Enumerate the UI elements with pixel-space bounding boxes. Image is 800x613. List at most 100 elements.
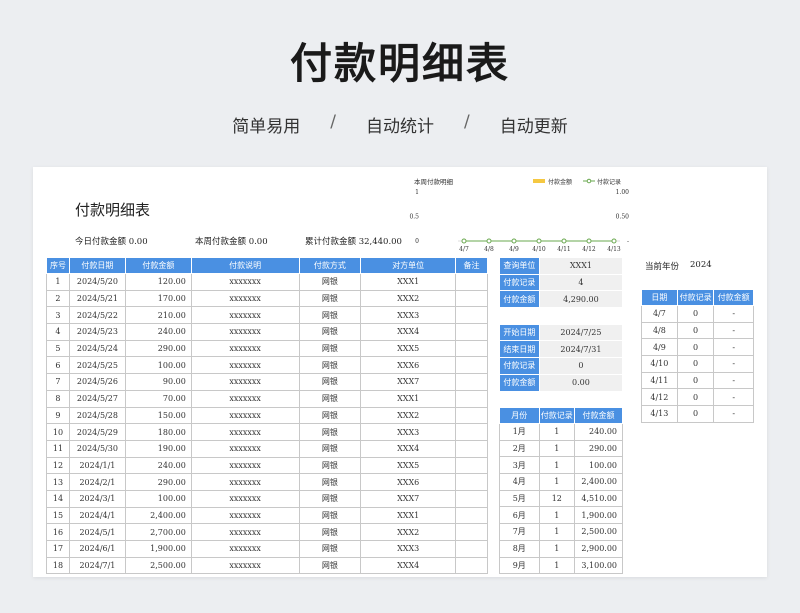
table-cell[interactable]: xxxxxxx (190, 306, 300, 325)
table-cell[interactable]: xxxxxxx (190, 339, 300, 358)
table-cell[interactable]: xxxxxxx (190, 273, 300, 291)
table-cell[interactable]: xxxxxxx (190, 473, 300, 491)
table-cell[interactable] (455, 406, 488, 425)
table-cell[interactable]: 290.00 (124, 473, 192, 491)
table-cell[interactable]: xxxxxxx (190, 323, 300, 341)
table-cell[interactable]: 网银 (298, 556, 362, 575)
table-cell[interactable]: 网银 (298, 389, 362, 408)
table-cell[interactable]: 2024/5/29 (68, 423, 126, 441)
table-cell[interactable]: 2024/5/24 (68, 339, 126, 358)
table-cell[interactable] (455, 506, 488, 525)
table-cell[interactable]: 网银 (298, 540, 362, 558)
table-cell[interactable]: 2024/5/28 (68, 406, 126, 425)
table-cell[interactable]: 240.00 (124, 323, 192, 341)
table-cell[interactable]: 网银 (298, 423, 362, 441)
table-cell[interactable]: 6 (46, 356, 70, 375)
table-cell[interactable]: 4 (46, 323, 70, 341)
table-cell[interactable]: 2024/5/30 (68, 439, 126, 458)
table-cell[interactable]: 网银 (298, 406, 362, 425)
table-cell[interactable]: 网银 (298, 323, 362, 341)
table-cell[interactable]: 100.00 (124, 489, 192, 508)
table-cell[interactable]: 2,700.00 (124, 523, 192, 541)
table-cell[interactable]: 10 (46, 423, 70, 441)
table-cell[interactable] (455, 273, 488, 291)
table-cell[interactable]: 2,400.00 (124, 506, 192, 525)
table-cell[interactable]: XXX2 (360, 523, 457, 541)
table-cell[interactable]: XXX1 (360, 389, 457, 408)
table-cell[interactable]: 240.00 (124, 456, 192, 475)
table-cell[interactable]: XXX1 (360, 273, 457, 291)
table-cell[interactable]: 13 (46, 473, 70, 491)
table-cell[interactable]: 2024/5/27 (68, 389, 126, 408)
table-cell[interactable]: 2024/6/1 (68, 540, 126, 558)
table-cell[interactable]: xxxxxxx (190, 389, 300, 408)
table-cell[interactable] (455, 306, 488, 325)
table-cell[interactable]: XXX6 (360, 473, 457, 491)
table-cell[interactable] (455, 540, 488, 558)
table-cell[interactable]: 网银 (298, 289, 362, 308)
query-value[interactable]: 2024/7/25 (538, 323, 624, 342)
table-cell[interactable]: xxxxxxx (190, 456, 300, 475)
table-cell[interactable]: XXX4 (360, 323, 457, 341)
table-cell[interactable] (455, 289, 488, 308)
table-cell[interactable]: 2,500.00 (124, 556, 192, 575)
table-cell[interactable]: 3 (46, 306, 70, 325)
table-cell[interactable]: 网银 (298, 473, 362, 491)
table-cell[interactable]: 2024/5/26 (68, 373, 126, 391)
table-cell[interactable]: XXX3 (360, 423, 457, 441)
table-cell[interactable]: 网银 (298, 373, 362, 391)
table-cell[interactable]: xxxxxxx (190, 423, 300, 441)
query-value[interactable]: 4,290.00 (538, 290, 624, 309)
table-cell[interactable]: xxxxxxx (190, 523, 300, 541)
table-cell[interactable]: xxxxxxx (190, 556, 300, 575)
table-cell[interactable] (455, 439, 488, 458)
table-cell[interactable] (455, 523, 488, 541)
table-cell[interactable]: 15 (46, 506, 70, 525)
table-cell[interactable]: xxxxxxx (190, 439, 300, 458)
table-cell[interactable]: 网银 (298, 306, 362, 325)
table-cell[interactable]: 2024/5/21 (68, 289, 126, 308)
table-cell[interactable]: 120.00 (124, 273, 192, 291)
table-cell[interactable] (455, 373, 488, 391)
table-cell[interactable]: 12 (46, 456, 70, 475)
query-value[interactable]: 2024/7/31 (538, 340, 624, 359)
table-cell[interactable]: XXX3 (360, 306, 457, 325)
table-cell[interactable]: 190.00 (124, 439, 192, 458)
table-cell[interactable]: XXX7 (360, 373, 457, 391)
query-value[interactable]: 0.00 (538, 373, 624, 392)
table-cell[interactable]: xxxxxxx (190, 506, 300, 525)
table-cell[interactable]: 2024/4/1 (68, 506, 126, 525)
table-cell[interactable] (455, 556, 488, 575)
table-cell[interactable]: 11 (46, 439, 70, 458)
table-cell[interactable]: 网银 (298, 456, 362, 475)
query-value[interactable]: XXX1 (538, 257, 624, 275)
table-cell[interactable]: 9 (46, 406, 70, 425)
table-cell[interactable] (455, 489, 488, 508)
table-cell[interactable]: 网银 (298, 339, 362, 358)
table-cell[interactable]: 16 (46, 523, 70, 541)
table-cell[interactable] (455, 339, 488, 358)
table-cell[interactable]: XXX6 (360, 356, 457, 375)
table-cell[interactable]: XXX1 (360, 506, 457, 525)
table-cell[interactable]: XXX5 (360, 456, 457, 475)
table-cell[interactable]: XXX5 (360, 339, 457, 358)
table-cell[interactable]: 网银 (298, 489, 362, 508)
table-cell[interactable]: xxxxxxx (190, 406, 300, 425)
table-cell[interactable]: xxxxxxx (190, 356, 300, 375)
table-cell[interactable]: 100.00 (124, 356, 192, 375)
table-cell[interactable]: 网银 (298, 506, 362, 525)
table-cell[interactable]: 2024/3/1 (68, 489, 126, 508)
query-value[interactable]: 4 (538, 273, 624, 292)
table-cell[interactable]: 网银 (298, 523, 362, 541)
table-cell[interactable]: 8 (46, 389, 70, 408)
table-cell[interactable]: 90.00 (124, 373, 192, 391)
table-cell[interactable]: 1,900.00 (124, 540, 192, 558)
table-cell[interactable]: 1 (46, 273, 70, 291)
table-cell[interactable]: 150.00 (124, 406, 192, 425)
table-cell[interactable]: 2024/7/1 (68, 556, 126, 575)
table-cell[interactable]: 18 (46, 556, 70, 575)
table-cell[interactable] (455, 473, 488, 491)
table-cell[interactable]: XXX4 (360, 439, 457, 458)
table-cell[interactable]: XXX2 (360, 289, 457, 308)
table-cell[interactable] (455, 423, 488, 441)
